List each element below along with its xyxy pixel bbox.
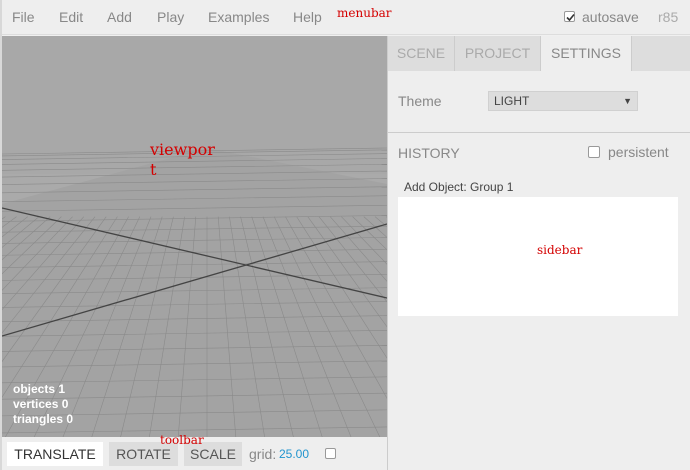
persistent-label: persistent xyxy=(608,144,669,160)
history-list: Add Object: Group 1 xyxy=(398,177,678,316)
history-label: HISTORY xyxy=(398,145,460,161)
info-objects-label: objects xyxy=(13,382,56,396)
info-objects-value: 1 xyxy=(58,382,66,396)
rotate-button[interactable]: ROTATE xyxy=(109,442,178,466)
persistent-checkbox[interactable] xyxy=(588,146,600,158)
autosave-label: autosave xyxy=(582,9,639,25)
checkmark-icon xyxy=(566,13,575,22)
history-item[interactable]: Add Object: Group 1 xyxy=(398,177,678,197)
theme-label: Theme xyxy=(398,93,442,109)
info-vertices-label: vertices xyxy=(13,397,59,411)
menu-edit[interactable]: Edit xyxy=(59,0,83,35)
viewport[interactable]: objects 1 vertices 0 triangles 0 xyxy=(2,36,387,437)
translate-button[interactable]: TRANSLATE xyxy=(7,442,103,466)
theme-select[interactable]: LIGHT ▼ xyxy=(488,91,638,111)
menu-examples[interactable]: Examples xyxy=(208,0,269,35)
tab-scene[interactable]: SCENE xyxy=(388,36,455,71)
sidebar: SCENE PROJECT SETTINGS Theme LIGHT ▼ HIS… xyxy=(387,36,690,470)
info-objects: objects 1 xyxy=(13,382,73,397)
viewport-grid[interactable] xyxy=(2,36,387,437)
editor-app: File Edit Add Play Examples Help autosav… xyxy=(0,0,690,470)
version-label: r85 xyxy=(658,9,679,25)
grid-size-input[interactable]: 25.00 xyxy=(279,442,309,466)
info-triangles: triangles 0 xyxy=(13,412,73,427)
theme-value: LIGHT xyxy=(494,94,530,108)
scale-button[interactable]: SCALE xyxy=(184,442,242,466)
dropdown-arrow-icon: ▼ xyxy=(623,96,632,106)
viewport-info: objects 1 vertices 0 triangles 0 xyxy=(13,382,73,427)
sidebar-divider xyxy=(388,132,690,133)
tab-project[interactable]: PROJECT xyxy=(455,36,541,71)
menu-play[interactable]: Play xyxy=(157,0,184,35)
info-triangles-label: triangles xyxy=(13,412,64,426)
info-vertices: vertices 0 xyxy=(13,397,73,412)
snap-checkbox[interactable] xyxy=(325,448,336,459)
toolbar: TRANSLATE ROTATE SCALE grid: 25.00 xyxy=(2,437,387,470)
sidebar-tabs: SCENE PROJECT SETTINGS xyxy=(388,36,690,71)
menu-file[interactable]: File xyxy=(12,0,35,35)
autosave-checkbox[interactable] xyxy=(564,11,575,22)
grid-label: grid: xyxy=(249,446,277,462)
info-triangles-value: 0 xyxy=(66,412,74,426)
menubar: File Edit Add Play Examples Help autosav… xyxy=(2,0,690,35)
tab-settings[interactable]: SETTINGS xyxy=(541,36,632,71)
menu-help[interactable]: Help xyxy=(293,0,322,35)
menu-add[interactable]: Add xyxy=(107,0,132,35)
info-vertices-value: 0 xyxy=(61,397,69,411)
